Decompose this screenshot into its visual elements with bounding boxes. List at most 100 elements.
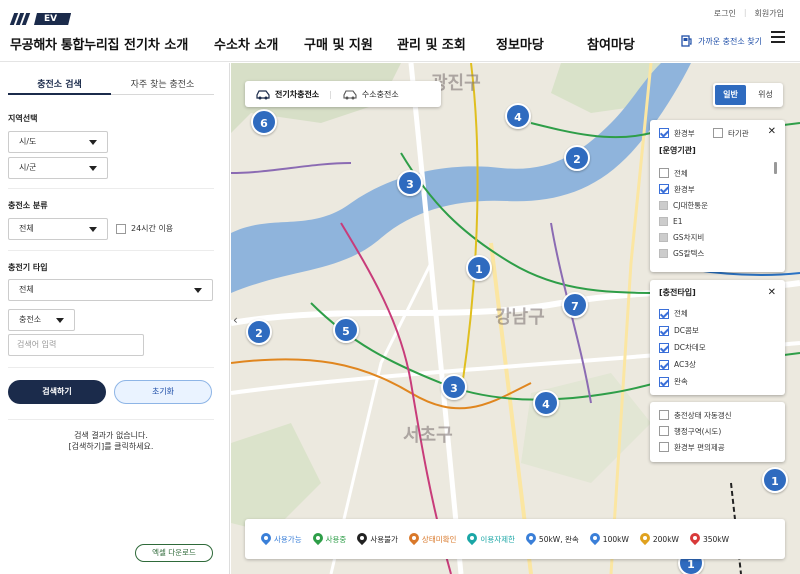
convenience-checkbox[interactable]: 환경부 편의제공	[659, 439, 732, 455]
scrollbar-thumb[interactable]	[774, 162, 777, 174]
charge-type-item[interactable]: AC3상	[659, 356, 706, 373]
bolt-pin-icon	[640, 533, 650, 546]
logo-stripes-icon	[9, 13, 32, 25]
nav-ev-intro[interactable]: 전기차 소개	[124, 34, 188, 53]
tab-favorite-chargers[interactable]: 자주 찾는 충전소	[111, 75, 214, 95]
admin-region-checkbox[interactable]: 행정구역(시도)	[659, 423, 732, 439]
ev-charger-tab[interactable]: 전기차충전소	[245, 89, 329, 100]
checkbox-icon	[659, 410, 669, 420]
filter-env-ministry[interactable]: 환경부	[659, 125, 695, 141]
excel-download-button[interactable]: 엑셀 다운로드	[135, 544, 213, 562]
bolt-pin-icon	[590, 533, 600, 546]
sido-select-value: 시/도	[19, 137, 37, 146]
auto-refresh-checkbox[interactable]: 충전상태 자동갱신	[659, 407, 732, 423]
charger-kind-toggle: 전기차충전소 | 수소충전소	[245, 81, 441, 107]
charger-map[interactable]: 광진구 강남구 서초구 6 4 2 3 1 7 2 5 3 4 1 1 ‹ 전기…	[231, 63, 800, 574]
empty-result-message: 검색 결과가 없습니다. [검색하기]를 클릭하세요.	[8, 430, 214, 452]
hydrogen-charger-tab[interactable]: 수소충전소	[332, 89, 409, 100]
filter-env-ministry-label: 환경부	[674, 128, 695, 138]
charge-type-item[interactable]: 전체	[659, 305, 706, 322]
tab-charger-search[interactable]: 충전소 검색	[8, 75, 111, 95]
map-options-panel: 충전상태 자동갱신 행정구역(시도) 환경부 편의제공	[650, 402, 785, 462]
district-label-gangnam: 강남구	[495, 307, 545, 328]
operator-filter-panel: 환경부 타기관 ✕ [운영기관] 전체 환경부 CJ대한통운 E1 GS차지비 …	[650, 120, 785, 272]
reset-button[interactable]: 초기화	[114, 380, 212, 404]
search-input[interactable]: 검색어 입력	[8, 334, 144, 356]
search-tabs: 충전소 검색 자주 찾는 충전소	[8, 75, 214, 95]
panel-collapse-icon[interactable]: ‹	[233, 313, 238, 327]
hydrogen-charger-tab-label: 수소충전소	[361, 89, 399, 99]
legend-label: 사용불가	[370, 534, 398, 544]
legend-unavailable: 사용불가	[357, 533, 398, 546]
station-cluster[interactable]: 3	[397, 170, 423, 196]
checkbox-icon	[659, 248, 668, 258]
charge-type-item-label: DC콤보	[674, 326, 699, 335]
nav-manage-search[interactable]: 관리 및 조회	[397, 34, 466, 53]
station-class-label: 충전소 분류	[8, 201, 48, 210]
operator-item[interactable]: E1	[659, 213, 769, 229]
section-divider	[8, 188, 214, 189]
checkbox-icon	[659, 342, 669, 353]
station-cluster[interactable]: 2	[564, 145, 590, 171]
charge-type-item-label: AC3상	[674, 360, 696, 369]
operator-item-label: E1	[673, 216, 683, 226]
checkbox-icon	[659, 200, 668, 210]
charge-type-filter-title: [충전타입]	[659, 288, 696, 297]
charge-type-item[interactable]: DC차데모	[659, 339, 706, 356]
filter-other-agency[interactable]: 타기관	[713, 125, 749, 141]
map-options-list: 충전상태 자동갱신 행정구역(시도) 환경부 편의제공	[659, 407, 732, 455]
site-logo[interactable]: EV 무공해차 통합누리집	[9, 12, 120, 53]
charge-type-item[interactable]: DC콤보	[659, 322, 706, 339]
site-title: 무공해차 통합누리집	[10, 38, 120, 53]
ev-car-icon	[256, 89, 270, 99]
legend-350kw: 350kW	[690, 533, 729, 546]
station-cluster[interactable]: 5	[333, 317, 359, 343]
login-link[interactable]: 로그인	[714, 8, 736, 19]
station-cluster[interactable]: 1	[466, 255, 492, 281]
station-cluster[interactable]: 4	[505, 103, 531, 129]
station-cluster[interactable]: 6	[251, 109, 277, 135]
pin-icon	[409, 533, 419, 546]
charger-type-select[interactable]: 전체	[8, 279, 213, 301]
search-scope-select[interactable]: 충전소	[8, 309, 75, 331]
join-link[interactable]: 회원가입	[755, 8, 784, 19]
checkbox-icon	[116, 223, 126, 234]
station-cluster[interactable]: 7	[562, 292, 588, 318]
nav-hydrogen-intro[interactable]: 수소차 소개	[214, 34, 278, 53]
nav-info[interactable]: 정보마당	[496, 34, 544, 53]
operator-item[interactable]: 전체	[659, 165, 769, 181]
operator-item[interactable]: GS칼텍스	[659, 245, 769, 261]
operator-item[interactable]: CJ대한통운	[659, 197, 769, 213]
sigun-select[interactable]: 시/군	[8, 157, 108, 179]
charger-type-value: 전체	[19, 285, 34, 294]
station-class-select[interactable]: 전체	[8, 218, 108, 240]
legend-available: 사용가능	[261, 533, 302, 546]
legend-200kw: 200kW	[640, 533, 679, 546]
operator-filter-title: [운영기관]	[659, 146, 696, 155]
operator-item[interactable]: 환경부	[659, 181, 769, 197]
station-cluster[interactable]: 4	[533, 390, 559, 416]
view-satellite-button[interactable]: 위성	[750, 85, 781, 105]
operator-item[interactable]: GS차지비	[659, 229, 769, 245]
hamburger-menu-icon[interactable]	[771, 31, 785, 43]
nav-participation[interactable]: 참여마당	[587, 34, 635, 53]
nav-purchase-support[interactable]: 구매 및 지원	[304, 34, 373, 53]
station-cluster[interactable]: 3	[441, 374, 467, 400]
logo-ev-text: EV	[34, 13, 72, 25]
nearby-charger-button[interactable]: 가까운 충전소 찾기	[680, 34, 762, 48]
open-24h-checkbox[interactable]: 24시간 이용	[116, 223, 173, 234]
station-cluster[interactable]: 2	[246, 319, 272, 345]
close-icon[interactable]: ✕	[768, 287, 776, 298]
utility-links: 로그인 | 회원가입	[714, 8, 784, 19]
section-divider	[8, 367, 214, 368]
charger-station-icon	[681, 35, 692, 47]
close-icon[interactable]: ✕	[768, 126, 776, 137]
operator-item-label: 전체	[674, 168, 688, 178]
charge-type-item[interactable]: 완속	[659, 373, 706, 390]
search-button[interactable]: 검색하기	[8, 380, 106, 404]
legend-label: 이용자제한	[480, 534, 515, 544]
station-cluster[interactable]: 1	[762, 467, 788, 493]
view-normal-button[interactable]: 일반	[715, 85, 746, 105]
filter-other-agency-label: 타기관	[728, 128, 749, 138]
sido-select[interactable]: 시/도	[8, 131, 108, 153]
